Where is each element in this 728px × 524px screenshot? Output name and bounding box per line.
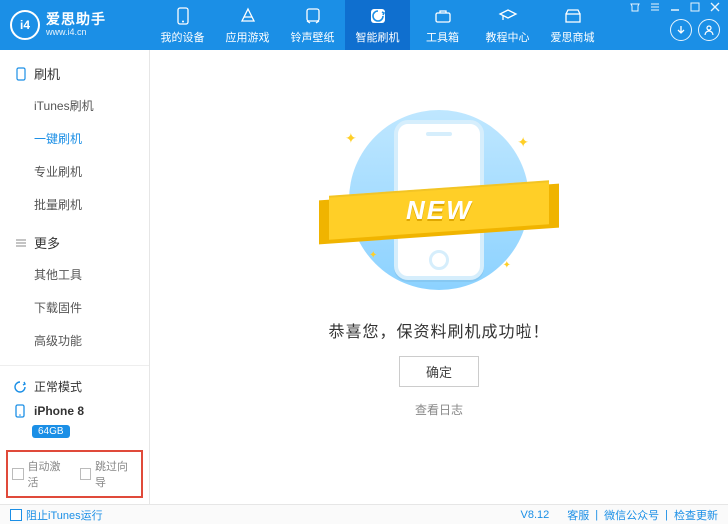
status-mode[interactable]: 正常模式 xyxy=(10,374,139,399)
sidebar-item-onekey-flash[interactable]: 一键刷机 xyxy=(0,122,149,155)
nav-store[interactable]: 爱思商城 xyxy=(540,0,605,50)
sidebar: 刷机 iTunes刷机 一键刷机 专业刷机 批量刷机 更多 其他工具 下载固件 … xyxy=(0,50,150,504)
auto-activate-checkbox[interactable]: 自动激活 xyxy=(12,458,70,490)
tutorial-icon xyxy=(498,6,518,26)
header-right xyxy=(670,0,728,50)
sidebar-scroll: 刷机 iTunes刷机 一键刷机 专业刷机 批量刷机 更多 其他工具 下载固件 … xyxy=(0,50,149,365)
star-icon: ✦ xyxy=(369,250,377,261)
version-label: V8.12 xyxy=(521,509,550,521)
phone-outline-icon xyxy=(14,67,28,81)
flash-icon xyxy=(368,6,388,26)
view-log-link[interactable]: 查看日志 xyxy=(415,401,463,418)
logo-badge: i4 xyxy=(10,10,40,40)
sidebar-item-advanced[interactable]: 高级功能 xyxy=(0,324,149,357)
sidebar-item-itunes-flash[interactable]: iTunes刷机 xyxy=(0,89,149,122)
refresh-icon xyxy=(12,379,28,395)
block-itunes-checkbox[interactable]: 阻止iTunes运行 xyxy=(10,507,103,523)
close-button[interactable] xyxy=(706,0,724,14)
nav-tutorials[interactable]: 教程中心 xyxy=(475,0,540,50)
group-title: 更多 xyxy=(34,233,60,252)
minimize-button[interactable] xyxy=(666,0,684,14)
highlighted-options: 自动激活 跳过向导 xyxy=(6,450,143,498)
footer-link-support[interactable]: 客服 xyxy=(567,507,589,523)
group-title: 刷机 xyxy=(34,64,60,83)
sidebar-group-flash[interactable]: 刷机 xyxy=(0,58,149,89)
more-icon xyxy=(14,236,28,250)
star-icon: ✦ xyxy=(517,134,529,151)
logo-text: 爱思助手 www.i4.cn xyxy=(46,12,106,37)
footer-link-wechat[interactable]: 微信公众号 xyxy=(604,507,659,523)
top-nav: 我的设备 应用游戏 铃声壁纸 智能刷机 工具箱 教程中心 爱思商城 xyxy=(150,0,670,50)
star-icon: ✦ xyxy=(503,260,511,271)
skin-button[interactable] xyxy=(626,0,644,14)
store-icon xyxy=(563,6,583,26)
user-button[interactable] xyxy=(698,19,720,41)
main-content: NEW ✦ ✦ ✦ ✦ 恭喜您，保资料刷机成功啦！ 确定 查看日志 xyxy=(150,50,728,504)
logo: i4 爱思助手 www.i4.cn xyxy=(0,0,150,50)
sidebar-item-download-firmware[interactable]: 下载固件 xyxy=(0,291,149,324)
success-illustration: NEW ✦ ✦ ✦ ✦ xyxy=(309,100,569,300)
confirm-button[interactable]: 确定 xyxy=(399,356,479,387)
maximize-button[interactable] xyxy=(686,0,704,14)
checkbox-icon xyxy=(10,509,22,521)
nav-apps[interactable]: 应用游戏 xyxy=(215,0,280,50)
brand-name: 爱思助手 xyxy=(46,12,106,27)
storage-badge: 64GB xyxy=(32,425,70,438)
device-label: iPhone 8 xyxy=(34,404,84,418)
nav-flash[interactable]: 智能刷机 xyxy=(345,0,410,50)
status-bar: 阻止iTunes运行 V8.12 客服 | 微信公众号 | 检查更新 xyxy=(0,504,728,524)
toolbox-icon xyxy=(433,6,453,26)
sidebar-status: 正常模式 iPhone 8 64GB xyxy=(0,365,149,446)
phone-icon xyxy=(12,403,28,419)
device-icon xyxy=(173,6,193,26)
success-message: 恭喜您，保资料刷机成功啦！ xyxy=(328,318,549,342)
brand-url: www.i4.cn xyxy=(46,28,106,38)
sidebar-item-pro-flash[interactable]: 专业刷机 xyxy=(0,155,149,188)
app-header: i4 爱思助手 www.i4.cn 我的设备 应用游戏 铃声壁纸 智能刷机 工具… xyxy=(0,0,728,50)
footer-right: V8.12 客服 | 微信公众号 | 检查更新 xyxy=(521,507,718,523)
nav-my-device[interactable]: 我的设备 xyxy=(150,0,215,50)
menu-button[interactable] xyxy=(646,0,664,14)
window-controls xyxy=(626,0,724,14)
status-device[interactable]: iPhone 8 xyxy=(10,399,139,423)
star-icon: ✦ xyxy=(345,130,357,147)
download-button[interactable] xyxy=(670,19,692,41)
body: 刷机 iTunes刷机 一键刷机 专业刷机 批量刷机 更多 其他工具 下载固件 … xyxy=(0,50,728,504)
sidebar-group-more[interactable]: 更多 xyxy=(0,227,149,258)
sidebar-item-batch-flash[interactable]: 批量刷机 xyxy=(0,188,149,221)
checkbox-icon xyxy=(80,468,92,480)
footer-left: 阻止iTunes运行 xyxy=(10,507,103,523)
sidebar-item-other-tools[interactable]: 其他工具 xyxy=(0,258,149,291)
mode-label: 正常模式 xyxy=(34,378,82,395)
checkbox-icon xyxy=(12,468,24,480)
apps-icon xyxy=(238,6,258,26)
nav-ringtones[interactable]: 铃声壁纸 xyxy=(280,0,345,50)
skip-wizard-checkbox[interactable]: 跳过向导 xyxy=(80,458,138,490)
footer-link-update[interactable]: 检查更新 xyxy=(674,507,718,523)
music-icon xyxy=(303,6,323,26)
nav-toolbox[interactable]: 工具箱 xyxy=(410,0,475,50)
